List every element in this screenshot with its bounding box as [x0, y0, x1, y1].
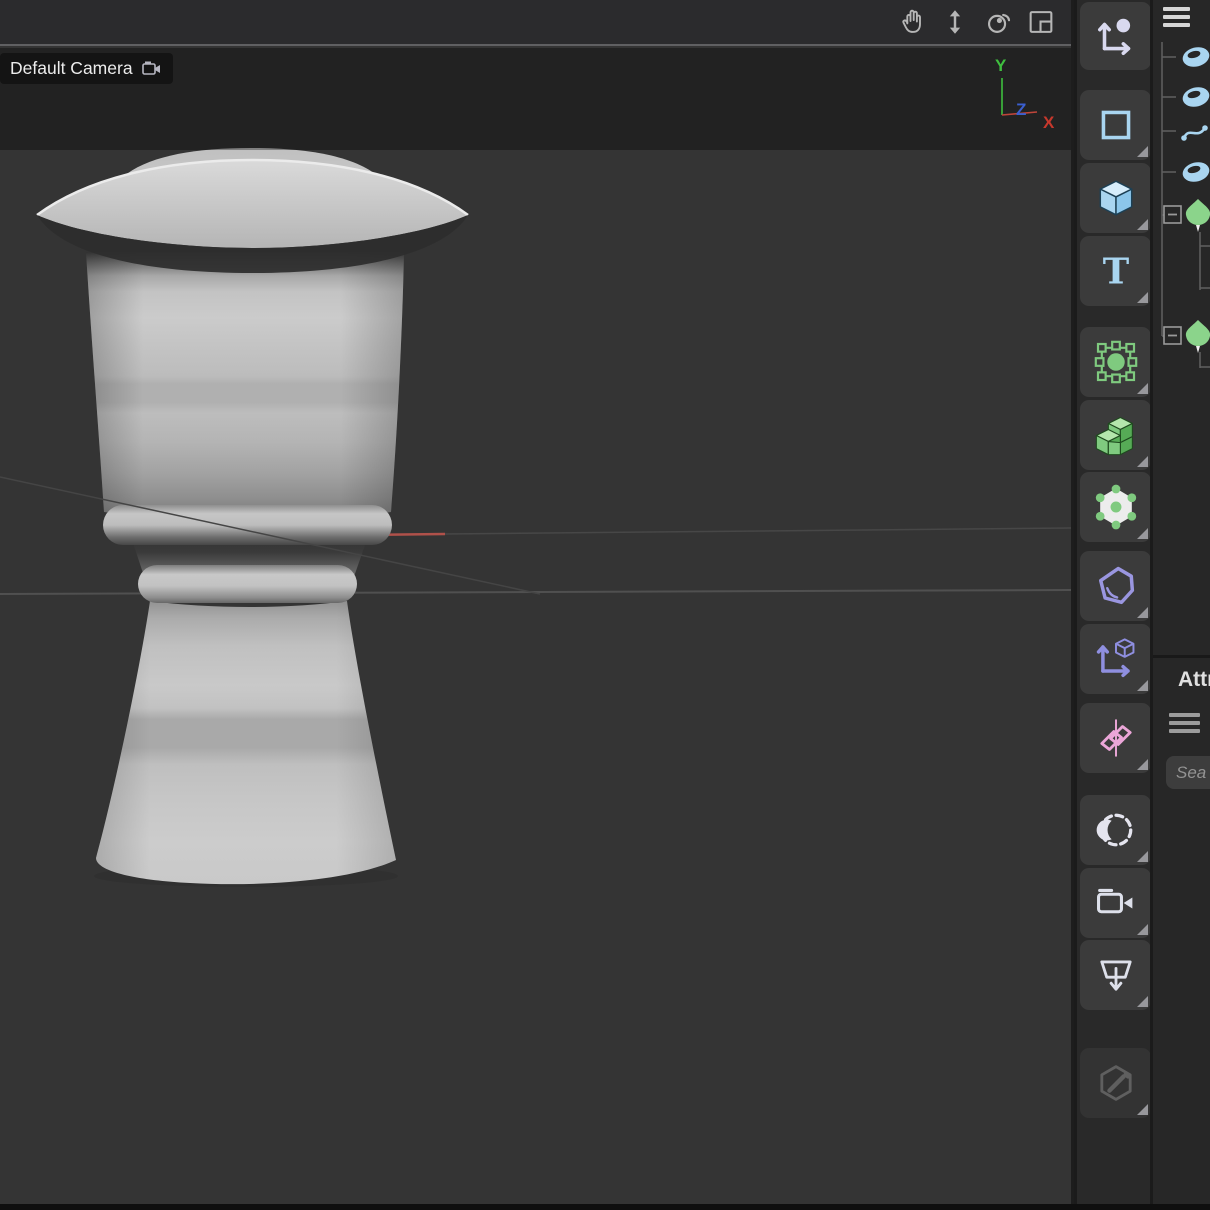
- submenu-indicator: [1137, 528, 1148, 539]
- axis-y-label: Y: [995, 56, 1007, 75]
- svg-text:T: T: [1102, 252, 1129, 293]
- camera-small-icon: [142, 61, 162, 77]
- viewport-panel[interactable]: Default Camera Y Z X: [0, 0, 1071, 1204]
- symmetry-icon: [1092, 714, 1140, 762]
- axis-cube-icon: [1092, 635, 1140, 683]
- tool-palette: T: [1074, 0, 1150, 1204]
- stage-floor-icon: [1092, 951, 1140, 999]
- light-icon: [1092, 806, 1140, 854]
- move-axis-tool-button[interactable]: [1080, 2, 1151, 70]
- volume-builder-button[interactable]: [1080, 400, 1151, 470]
- axis-z-label: Z: [1016, 100, 1026, 119]
- object-item-torus[interactable]: [1181, 160, 1210, 185]
- spline-deformer-button[interactable]: [1080, 551, 1151, 621]
- generator-gear-icon: [1092, 483, 1140, 531]
- spline-deformer-icon: [1092, 562, 1140, 610]
- tree-collapse-toggle[interactable]: [1164, 327, 1181, 344]
- submenu-indicator: [1137, 759, 1148, 770]
- maximize-view-icon[interactable]: [1023, 5, 1059, 39]
- submenu-indicator: [1137, 456, 1148, 467]
- submenu-indicator: [1137, 383, 1148, 394]
- submenu-indicator: [1137, 924, 1148, 935]
- object-item-torus[interactable]: [1181, 45, 1210, 70]
- camera-object-icon: [1092, 879, 1140, 927]
- light-object-button[interactable]: [1080, 795, 1151, 865]
- dolly-zoom-icon[interactable]: [937, 5, 973, 39]
- attributes-menu-icon[interactable]: [1169, 713, 1200, 733]
- camera-label-chip[interactable]: Default Camera: [0, 53, 173, 84]
- submenu-indicator: [1137, 292, 1148, 303]
- camera-object-button[interactable]: [1080, 868, 1151, 938]
- orbit-rotate-icon[interactable]: [980, 5, 1016, 39]
- object-tree: [1153, 0, 1210, 400]
- material-edit-icon: [1092, 1059, 1140, 1107]
- object-item-spline[interactable]: [1181, 125, 1208, 141]
- tree-collapse-toggle[interactable]: [1164, 206, 1181, 223]
- move-axis-icon: [1093, 13, 1139, 59]
- camera-label: Default Camera: [10, 58, 133, 79]
- axis-gizmo: Y Z X: [985, 53, 1071, 135]
- viewport-topbar: [0, 0, 1071, 46]
- material-edit-button[interactable]: [1080, 1048, 1151, 1118]
- stage-object-button[interactable]: [1080, 940, 1151, 1010]
- symmetry-tool-button[interactable]: [1080, 703, 1151, 773]
- cube-primitive-tool-button[interactable]: [1080, 163, 1151, 233]
- app-window: Default Camera Y Z X: [0, 0, 1210, 1210]
- attributes-panel-title: Attr: [1178, 668, 1210, 692]
- attributes-search-input[interactable]: Sea: [1166, 756, 1210, 789]
- pan-hand-icon[interactable]: [894, 5, 930, 39]
- axis-cube-tool-button[interactable]: [1080, 624, 1151, 694]
- model-goblet[interactable]: [37, 148, 468, 887]
- submenu-indicator: [1137, 607, 1148, 618]
- panel-divider: [1153, 655, 1210, 658]
- window-bottom-edge: [0, 1204, 1210, 1210]
- rectangle-spline-icon: [1093, 102, 1139, 148]
- object-manager-panel: Attr Sea: [1150, 0, 1210, 1204]
- volume-builder-icon: [1092, 411, 1140, 459]
- object-item-lathe[interactable]: [1186, 199, 1210, 232]
- submenu-indicator: [1137, 146, 1148, 157]
- cube-primitive-icon: [1093, 175, 1139, 221]
- submenu-indicator: [1137, 996, 1148, 1007]
- subdivision-surface-button[interactable]: [1080, 327, 1151, 397]
- viewport-canvas[interactable]: Default Camera Y Z X: [0, 48, 1071, 1204]
- generator-gear-button[interactable]: [1080, 472, 1151, 542]
- submenu-indicator: [1137, 851, 1148, 862]
- search-placeholder-text: Sea: [1176, 763, 1206, 782]
- submenu-indicator: [1137, 680, 1148, 691]
- rectangle-spline-tool-button[interactable]: [1080, 90, 1151, 160]
- submenu-indicator: [1137, 1104, 1148, 1115]
- scene-3d-view: [0, 48, 1071, 1204]
- text-tool-button[interactable]: T: [1080, 236, 1151, 306]
- subdivision-surface-icon: [1092, 338, 1140, 386]
- object-item-torus[interactable]: [1181, 85, 1210, 110]
- submenu-indicator: [1137, 219, 1148, 230]
- axis-x-label: X: [1043, 113, 1055, 132]
- object-item-lathe[interactable]: [1186, 320, 1210, 353]
- text-tool-icon: T: [1093, 248, 1139, 294]
